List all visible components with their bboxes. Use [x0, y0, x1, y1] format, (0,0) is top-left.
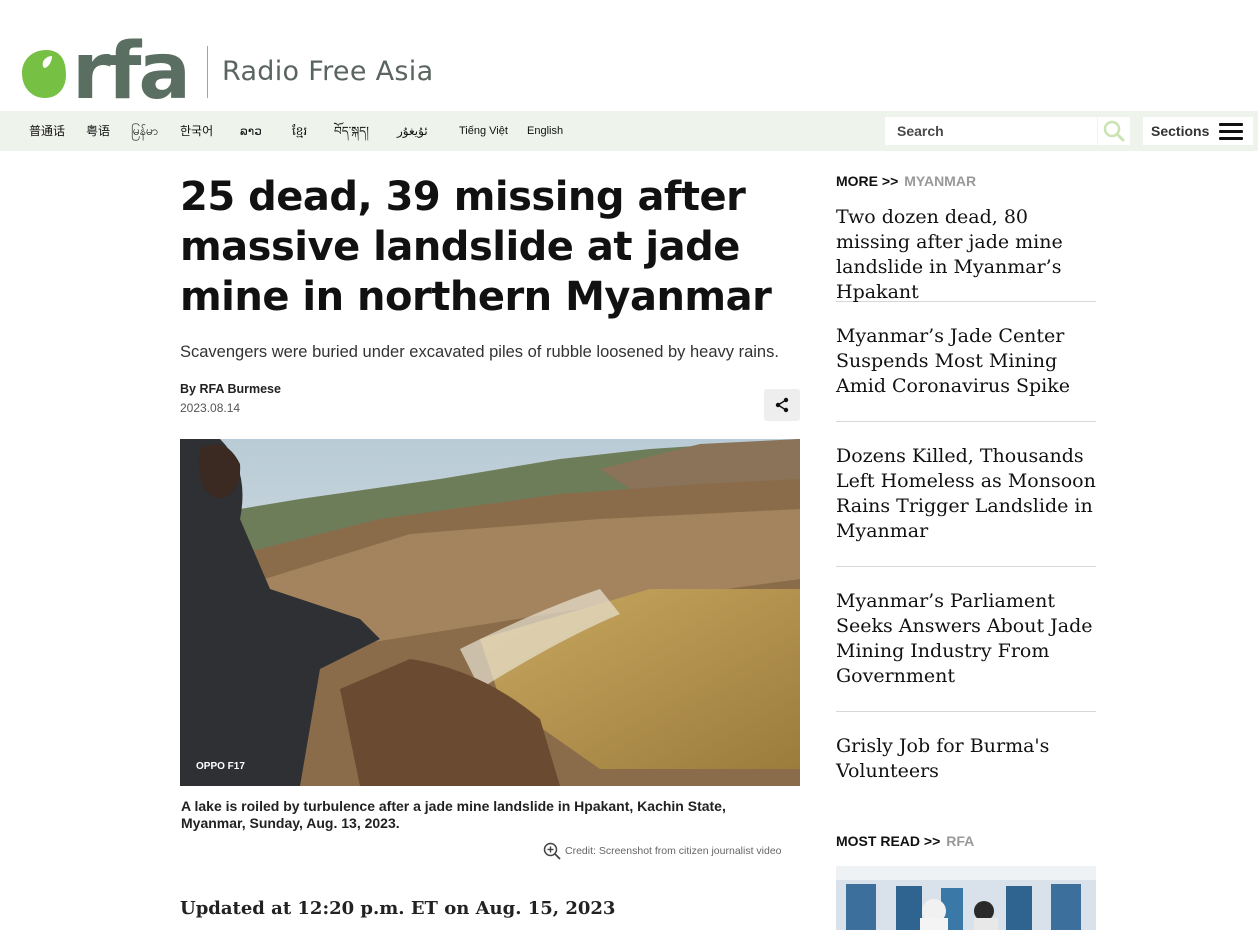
- more-story-link[interactable]: Two dozen dead, 80 missing after jade mi…: [836, 205, 1096, 303]
- logo-divider: [207, 46, 208, 98]
- hamburger-icon: [1219, 123, 1243, 140]
- more-story-link[interactable]: Myanmar’s Parliament Seeks Answers About…: [836, 567, 1096, 712]
- more-story-link[interactable]: Dozens Killed, Thousands Left Homeless a…: [836, 422, 1096, 567]
- lang-burmese[interactable]: မြန်မာ: [131, 111, 158, 151]
- brand-name: Radio Free Asia: [222, 56, 434, 87]
- article-photo[interactable]: OPPO F17: [180, 439, 800, 786]
- rfa-logo-text: rfa: [72, 27, 188, 100]
- more-story-link[interactable]: Grisly Job for Burma's Volunteers: [836, 712, 1096, 792]
- article-byline[interactable]: By RFA Burmese: [180, 382, 281, 396]
- share-button[interactable]: [764, 389, 800, 421]
- masthead: rfa Radio Free Asia: [0, 0, 1258, 111]
- lang-vietnamese[interactable]: Tiếng Việt: [459, 111, 508, 151]
- more-story-link[interactable]: Myanmar’s Jade Center Suspends Most Mini…: [836, 302, 1096, 422]
- most-read-thumbnail[interactable]: [836, 866, 1096, 930]
- lang-english[interactable]: English: [527, 111, 563, 151]
- article-date: 2023.08.14: [180, 401, 241, 415]
- more-label: MORE >>: [836, 173, 899, 189]
- most-read-heading[interactable]: MOST READ >> RFA: [836, 833, 974, 849]
- lang-mandarin[interactable]: 普通话: [29, 111, 65, 151]
- lang-cantonese[interactable]: 粤语: [86, 111, 110, 151]
- share-icon: [775, 397, 789, 413]
- photo-credit[interactable]: Credit: Screenshot from citizen journali…: [543, 842, 782, 860]
- article-headline: 25 dead, 39 missing after massive landsl…: [180, 174, 772, 320]
- search-input[interactable]: [885, 117, 1097, 145]
- lang-lao[interactable]: ລາວ: [240, 111, 262, 151]
- search-button[interactable]: [1098, 117, 1130, 145]
- article-updated-note: Updated at 12:20 p.m. ET on Aug. 15, 202…: [180, 898, 616, 919]
- more-stories-list: Two dozen dead, 80 missing after jade mi…: [836, 205, 1096, 792]
- search-icon: [1103, 120, 1125, 142]
- most-read-label: MOST READ >>: [836, 833, 941, 849]
- article-dek: Scavengers were buried under excavated p…: [180, 343, 779, 361]
- zoom-in-icon: [543, 842, 561, 860]
- photo-watermark: OPPO F17: [196, 761, 245, 772]
- photo-credit-text: Credit: Screenshot from citizen journali…: [565, 845, 782, 857]
- most-read-section: RFA: [946, 833, 975, 849]
- more-section: MYANMAR: [904, 173, 977, 189]
- landslide-image: OPPO F17: [180, 439, 800, 786]
- lang-korean[interactable]: 한국어: [180, 111, 213, 151]
- sections-menu-button[interactable]: Sections: [1143, 117, 1253, 145]
- more-heading[interactable]: MORE >> MYANMAR: [836, 173, 976, 189]
- rfa-logo[interactable]: rfa: [22, 26, 194, 100]
- lang-khmer[interactable]: ខ្មែរ: [292, 111, 307, 151]
- sections-label: Sections: [1151, 123, 1210, 139]
- photo-caption: A lake is roiled by turbulence after a j…: [181, 798, 726, 831]
- factory-image: [836, 866, 1096, 930]
- lang-tibetan[interactable]: བོད་སྐད།: [334, 111, 369, 151]
- lang-uyghur[interactable]: ئۇيغۇر: [397, 111, 428, 151]
